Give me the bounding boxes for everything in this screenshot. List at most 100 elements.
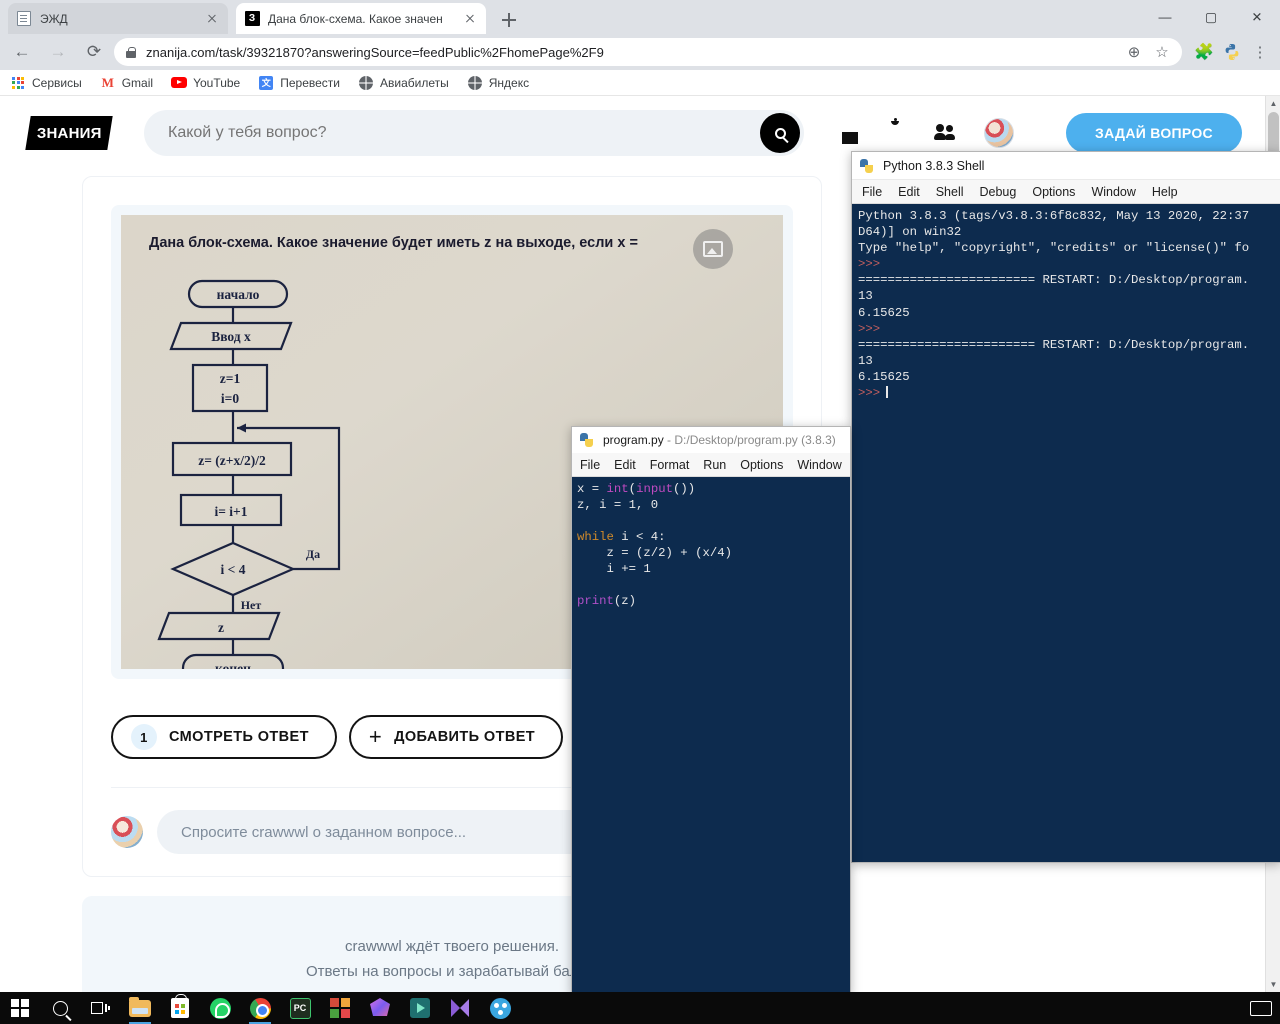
browser-tab-2[interactable]: З Дана блок-схема. Какое значен bbox=[236, 3, 486, 34]
python-editor-window[interactable]: program.py - D:/Desktop/program.py (3.8.… bbox=[571, 426, 851, 996]
shell-prompt: >>> bbox=[858, 257, 880, 271]
close-icon[interactable] bbox=[462, 11, 478, 27]
reload-icon: ⟳ bbox=[87, 42, 101, 62]
file-explorer-icon[interactable] bbox=[120, 992, 160, 1024]
forward-button[interactable]: → bbox=[44, 38, 72, 66]
bookmark-item-yandex[interactable]: Яндекс bbox=[467, 75, 529, 91]
shell-prompt: >>> bbox=[858, 322, 880, 336]
menu-file[interactable]: File bbox=[580, 458, 600, 472]
close-window-button[interactable]: ✕ bbox=[1234, 0, 1280, 34]
extensions-puzzle-icon[interactable]: 🧩 bbox=[1190, 38, 1218, 66]
python-editor-menubar: File Edit Format Run Options Window H bbox=[572, 453, 850, 477]
view-answer-label: СМОТРЕТЬ ОТВЕТ bbox=[169, 729, 309, 745]
menu-options[interactable]: Options bbox=[1032, 185, 1075, 199]
python-idle-icon bbox=[580, 432, 596, 448]
znanija-icon: З bbox=[244, 11, 260, 27]
bookmark-item-youtube[interactable]: YouTube bbox=[171, 75, 240, 91]
python-shell-menubar: File Edit Shell Debug Options Window Hel… bbox=[852, 180, 1280, 204]
blue-circle-app-icon[interactable] bbox=[480, 992, 520, 1024]
scroll-down-icon[interactable]: ▼ bbox=[1266, 977, 1280, 992]
chrome-icon[interactable] bbox=[240, 992, 280, 1024]
chrome-menu-icon[interactable]: ⋮ bbox=[1246, 38, 1274, 66]
menu-debug[interactable]: Debug bbox=[980, 185, 1017, 199]
site-search[interactable] bbox=[144, 110, 804, 156]
search-input[interactable] bbox=[144, 124, 724, 142]
python-extension-icon[interactable] bbox=[1218, 38, 1246, 66]
code-token: ()) bbox=[673, 482, 695, 496]
flow-increment-label: i= i+1 bbox=[214, 504, 247, 519]
bell-icon[interactable] bbox=[884, 121, 908, 145]
new-tab-button[interactable] bbox=[496, 7, 522, 33]
view-answer-button[interactable]: 1 СМОТРЕТЬ ОТВЕТ bbox=[111, 715, 337, 759]
flow-output-label: z bbox=[218, 620, 224, 635]
site-logo[interactable]: ЗНАНИЯ bbox=[25, 116, 112, 150]
people-icon[interactable] bbox=[934, 121, 958, 145]
text-cursor bbox=[886, 386, 888, 398]
flow-condition-label: i < 4 bbox=[221, 562, 246, 577]
menu-edit[interactable]: Edit bbox=[898, 185, 920, 199]
flow-input-label: Ввод x bbox=[211, 329, 251, 344]
menu-window[interactable]: Window bbox=[1091, 185, 1135, 199]
forward-icon: → bbox=[50, 42, 67, 62]
flow-yes-label: Да bbox=[306, 547, 320, 561]
task-view-icon[interactable] bbox=[80, 992, 120, 1024]
polygon-app-icon[interactable] bbox=[360, 992, 400, 1024]
ask-question-button[interactable]: ЗАДАЙ ВОПРОС bbox=[1066, 113, 1242, 153]
menu-help[interactable]: Help bbox=[1152, 185, 1178, 199]
code-token: ( bbox=[629, 482, 636, 496]
search-button[interactable] bbox=[760, 113, 800, 153]
lock-icon bbox=[124, 45, 138, 59]
star-icon[interactable]: ☆ bbox=[1148, 38, 1176, 66]
menu-options[interactable]: Options bbox=[740, 458, 783, 472]
menu-file[interactable]: File bbox=[862, 185, 882, 199]
bookmark-item-translate[interactable]: 文 Перевести bbox=[258, 75, 340, 91]
office-icon[interactable] bbox=[320, 992, 360, 1024]
menu-edit[interactable]: Edit bbox=[614, 458, 636, 472]
flow-no-label: Нет bbox=[241, 598, 262, 612]
shell-line: 6.15625 bbox=[858, 369, 1280, 385]
minimize-button[interactable]: — bbox=[1142, 0, 1188, 34]
python-editor-title: program.py - D:/Desktop/program.py (3.8.… bbox=[603, 433, 836, 447]
reload-button[interactable]: ⟳ bbox=[80, 38, 108, 66]
pycharm-icon[interactable]: PC bbox=[280, 992, 320, 1024]
shell-line: D64)] on win32 bbox=[858, 224, 1280, 240]
shell-line: ======================== RESTART: D:/Des… bbox=[858, 337, 1280, 353]
chat-icon[interactable] bbox=[834, 121, 858, 145]
plus-icon: + bbox=[369, 726, 382, 748]
image-icon[interactable] bbox=[693, 229, 733, 269]
windows-start-icon[interactable] bbox=[0, 992, 40, 1024]
python-shell-titlebar[interactable]: Python 3.8.3 Shell bbox=[852, 152, 1280, 180]
python-editor-code[interactable]: x = int(input())z, i = 1, 0 while i < 4:… bbox=[572, 477, 850, 995]
bookmark-item-gmail[interactable]: M Gmail bbox=[100, 75, 153, 91]
media-player-icon[interactable] bbox=[400, 992, 440, 1024]
menu-window[interactable]: Window bbox=[797, 458, 841, 472]
taskbar-search-icon[interactable] bbox=[40, 992, 80, 1024]
microsoft-store-icon[interactable] bbox=[160, 992, 200, 1024]
close-icon[interactable] bbox=[204, 11, 220, 27]
bookmark-item-services[interactable]: Сервисы bbox=[10, 75, 82, 91]
python-shell-title: Python 3.8.3 Shell bbox=[883, 159, 984, 173]
python-shell-output[interactable]: Python 3.8.3 (tags/v3.8.3:6f8c832, May 1… bbox=[852, 204, 1280, 862]
menu-run[interactable]: Run bbox=[703, 458, 726, 472]
avatar[interactable] bbox=[984, 118, 1014, 148]
menu-shell[interactable]: Shell bbox=[936, 185, 964, 199]
scroll-up-icon[interactable]: ▲ bbox=[1266, 96, 1280, 111]
zoom-in-icon[interactable]: ⊕ bbox=[1120, 38, 1148, 66]
maximize-button[interactable]: ▢ bbox=[1188, 0, 1234, 34]
address-bar[interactable]: znanija.com/task/39321870?answeringSourc… bbox=[114, 38, 1182, 66]
browser-tab-1[interactable]: ЭЖД bbox=[8, 3, 228, 34]
visual-studio-icon[interactable] bbox=[440, 992, 480, 1024]
bookmark-label: Авиабилеты bbox=[380, 76, 449, 90]
show-desktop-icon[interactable] bbox=[1250, 1001, 1272, 1016]
python-editor-titlebar[interactable]: program.py - D:/Desktop/program.py (3.8.… bbox=[572, 427, 850, 453]
back-button[interactable]: ← bbox=[8, 38, 36, 66]
whatsapp-icon[interactable] bbox=[200, 992, 240, 1024]
code-line: z = (z/2) + (x/4) bbox=[577, 545, 850, 561]
menu-format[interactable]: Format bbox=[650, 458, 690, 472]
youtube-icon bbox=[171, 75, 187, 91]
shell-line: >>> bbox=[858, 385, 1280, 401]
bookmark-item-tickets[interactable]: Авиабилеты bbox=[358, 75, 449, 91]
add-answer-button[interactable]: + ДОБАВИТЬ ОТВЕТ bbox=[349, 715, 563, 759]
flowchart-diagram: начало Ввод x z=1 i=0 z= (z+x/2)/2 i= i+… bbox=[141, 273, 561, 669]
python-shell-window[interactable]: Python 3.8.3 Shell File Edit Shell Debug… bbox=[851, 151, 1280, 863]
